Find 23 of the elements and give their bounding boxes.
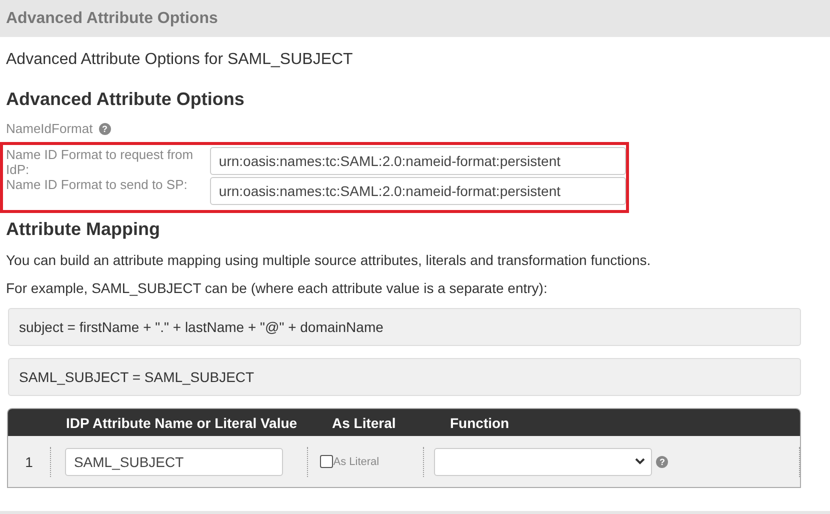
chevron-icon [635,458,646,465]
header-title: Advanced Attribute Options [6,10,218,28]
input-field[interactable]: SAML_SUBJECT [64,448,283,476]
input-field[interactable]: urn:oasis:names:tc:SAML:2.0:nameid-format:persistent [210,177,626,205]
column-header: IDP Attribute Name or Literal Value [65,414,298,430]
example-box: subject = firstName + "." + lastName + "@" + domainName [8,308,801,346]
checkbox[interactable] [320,455,334,468]
paragraph: You can build an attribute mapping using multiple source attributes, literals and transformation functions. [6,252,652,268]
input-field[interactable]: urn:oasis:names:tc:SAML:2.0:nameid-format:persistent [210,147,626,175]
checkbox-label: As Literal [333,456,380,468]
section-title: Attribute Mapping [6,219,161,240]
column-header: Function [449,414,510,430]
paragraph: For example, SAML_SUBJECT can be (where each attribute value is a separate entry): [6,280,548,296]
field-group-label: NameIdFormat [6,121,93,136]
column-header: As Literal [331,414,397,430]
field-label: Name ID Format to send to SP: [6,177,188,192]
section-title: Advanced Attribute Options [6,89,246,110]
field-label: Name ID Format to request from IdP: [6,147,194,177]
help-icon[interactable]: ? [98,122,111,134]
row-number: 1 [24,454,34,470]
help-icon[interactable]: ? [656,456,668,468]
example-box: SAML_SUBJECT = SAML_SUBJECT [8,358,801,396]
subtitle: Advanced Attribute Options for SAML_SUBJECT [6,51,354,70]
